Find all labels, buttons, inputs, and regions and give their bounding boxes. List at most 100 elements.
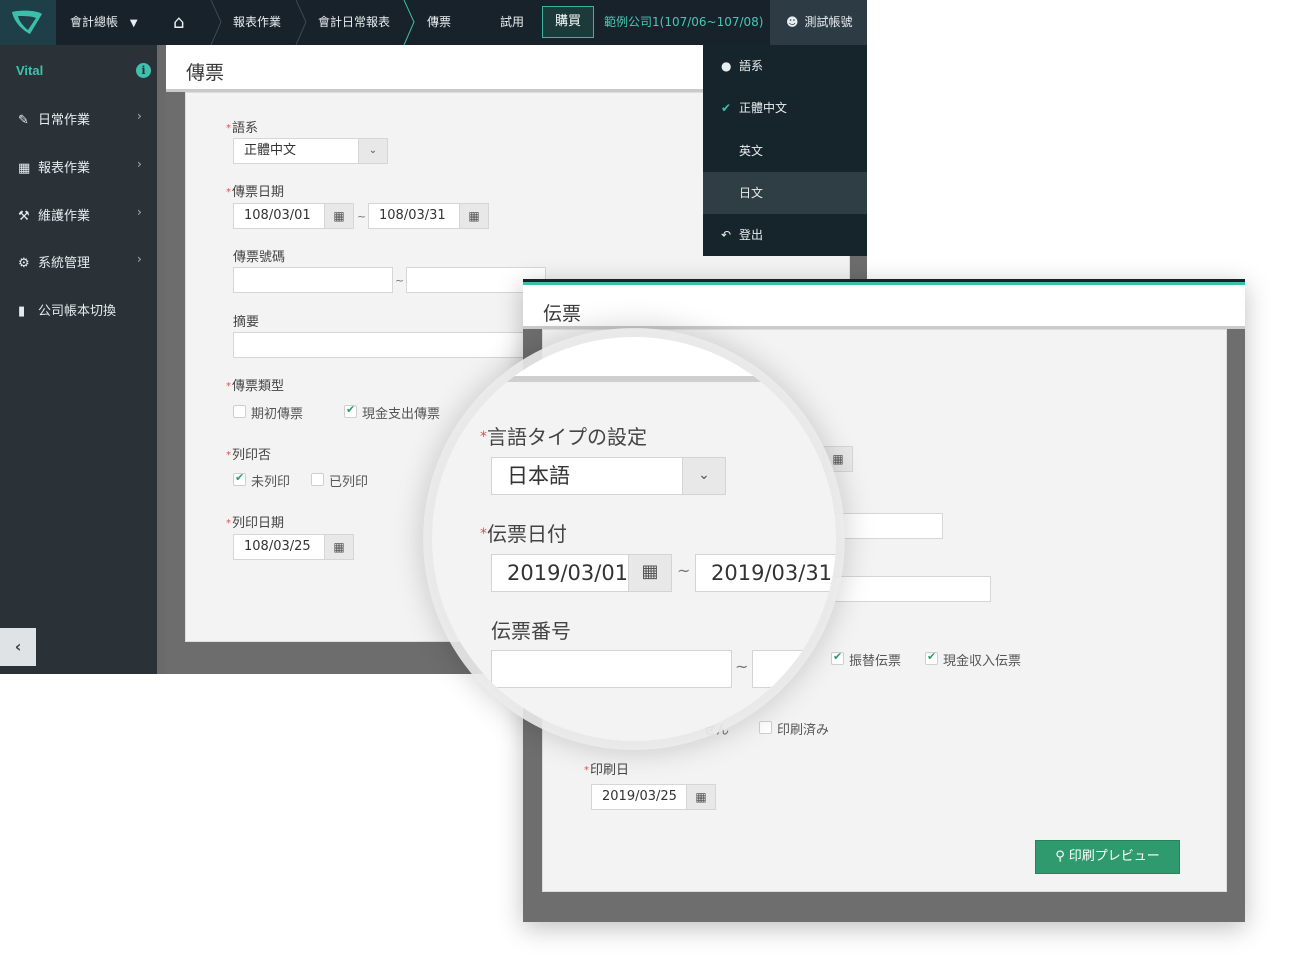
sidebar-brand: Vital <box>16 63 44 78</box>
print-preview-button[interactable]: ⚲ 印刷プレビュー <box>1035 840 1180 874</box>
breadcrumb-reports[interactable]: 報表作業 <box>233 0 281 45</box>
app-logo[interactable] <box>0 0 56 45</box>
language-select[interactable]: 日本語 <box>491 457 683 495</box>
print-date-label: *列印日期 <box>226 516 285 531</box>
print-status-label: *列印否 <box>226 448 272 463</box>
checkbox-label: 未列印 <box>251 475 291 490</box>
search-icon: ⚲ <box>1055 849 1065 864</box>
language-option-traditional-chinese[interactable]: ✔ 正體中文 <box>703 87 867 129</box>
sidebar-collapse-button[interactable]: ‹ <box>0 628 36 666</box>
globe-icon: ● <box>721 59 732 73</box>
checkbox-printed[interactable] <box>311 473 324 486</box>
sidebar-item-label: 報表作業 <box>38 161 91 176</box>
ledger-menu-label: 會計總帳 <box>70 15 119 29</box>
gear-icon: ⚙ <box>18 256 30 271</box>
checkbox-cash-receipt-voucher[interactable] <box>925 650 938 665</box>
date-from-input[interactable]: 108/03/01 <box>233 203 325 229</box>
date-from-input[interactable]: 2019/03/01 <box>491 554 629 592</box>
voucher-number-label: 傳票號碼 <box>233 250 286 265</box>
edit-icon: ✎ <box>18 113 29 128</box>
calendar-icon[interactable]: ▦ <box>459 203 489 229</box>
sidebar-item-label: 系統管理 <box>38 256 91 271</box>
calendar-icon[interactable]: ▦ <box>686 784 716 810</box>
language-menu-header: ● 語系 <box>703 45 867 87</box>
breadcrumb-daily-reports[interactable]: 會計日常報表 <box>318 0 390 45</box>
date-label: *傳票日期 <box>226 185 285 200</box>
breadcrumb-voucher[interactable]: 傳票 <box>427 0 451 45</box>
voucher-type-label: *傳票類型 <box>226 379 285 394</box>
checkbox-cash-payment[interactable] <box>344 403 357 418</box>
language-option-japanese[interactable]: 日文 <box>703 172 867 214</box>
range-separator: ~ <box>677 561 691 580</box>
book-icon: ▮ <box>18 304 26 319</box>
chevron-right-icon: › <box>137 252 142 266</box>
checkbox-label: 期初傳票 <box>251 407 304 422</box>
date-to-input[interactable]: 108/03/31 <box>368 203 460 229</box>
calendar-icon[interactable]: ▦ <box>823 446 853 472</box>
breadcrumb-separator <box>210 0 222 45</box>
top-navbar: 會計總帳 ▼ ⌂ 報表作業 會計日常報表 傳票 試用 購買 範例公司1(107/… <box>0 0 867 45</box>
language-label: *語系 <box>226 121 259 136</box>
sidebar-item-maintenance[interactable]: ⚒ 維護作業 <box>18 205 90 224</box>
magnified-header <box>432 337 836 382</box>
breadcrumb-separator <box>403 0 415 45</box>
checkbox-label: 現金収入伝票 <box>943 654 1022 669</box>
required-marker: * <box>480 429 487 445</box>
logout-icon: ↶ <box>721 228 732 242</box>
company-switcher[interactable]: 範例公司1(107/06~107/08) <box>604 0 764 45</box>
print-date-input[interactable]: 2019/03/25 <box>591 784 687 810</box>
ledger-menu[interactable]: 會計總帳 ▼ <box>70 0 138 45</box>
checkbox-label: 振替伝票 <box>849 654 902 669</box>
chevron-left-icon: ‹ <box>14 637 22 656</box>
chevron-down-icon[interactable]: ⌄ <box>682 457 726 495</box>
wrench-icon: ⚒ <box>18 209 30 224</box>
home-icon[interactable]: ⌂ <box>173 0 184 45</box>
required-marker: * <box>226 187 231 198</box>
checkbox-opening-voucher[interactable] <box>233 405 246 418</box>
sidebar-item-daily[interactable]: ✎ 日常作業 <box>18 109 90 128</box>
checkbox-label: 印刷済み <box>777 723 830 738</box>
language-dropdown-menu: ● 語系 ✔ 正體中文 英文 日文 ↶ 登出 <box>703 45 867 256</box>
user-menu[interactable]: ☻ 測試帳號 <box>770 0 867 45</box>
sidebar-item-system[interactable]: ⚙ 系統管理 <box>18 252 90 271</box>
checkbox-label: 已列印 <box>329 475 369 490</box>
chevron-down-icon: ▼ <box>129 18 138 29</box>
range-separator: ~ <box>395 274 405 287</box>
print-date-input[interactable]: 108/03/25 <box>233 534 325 560</box>
user-icon: ☻ <box>786 15 799 29</box>
language-type-label: *言語タイプの設定 <box>480 425 647 449</box>
voucher-number-from-input[interactable] <box>491 650 732 688</box>
required-marker: * <box>226 381 231 392</box>
voucher-number-to-input[interactable] <box>752 650 836 688</box>
required-marker: * <box>584 765 589 776</box>
date-to-input[interactable]: 2019/03/31 <box>695 554 836 592</box>
user-name: 測試帳號 <box>804 15 853 29</box>
chevron-right-icon: › <box>137 157 142 171</box>
required-marker: * <box>226 450 231 461</box>
magnifier-callout: *言語タイプの設定 日本語 ⌄ *伝票日付 2019/03/01 ▦ ~ 201… <box>432 337 836 741</box>
chevron-down-icon[interactable]: ⌄ <box>358 138 388 164</box>
language-select[interactable]: 正體中文 <box>233 138 359 164</box>
page-header: 伝票 <box>523 282 1245 329</box>
checkbox-printed[interactable] <box>759 721 772 734</box>
logout-item[interactable]: ↶ 登出 <box>703 214 867 256</box>
summary-label: 摘要 <box>233 315 260 330</box>
sidebar-item-reports[interactable]: ▦ 報表作業 <box>18 157 90 176</box>
chevron-right-icon: › <box>137 109 142 123</box>
checkbox-unprinted[interactable] <box>233 471 246 486</box>
language-option-english[interactable]: 英文 <box>703 130 867 172</box>
info-icon[interactable]: i <box>136 63 151 78</box>
buy-button[interactable]: 購買 <box>542 6 594 38</box>
sidebar-item-switch-company[interactable]: ▮ 公司帳本切換 <box>18 300 116 319</box>
calendar-icon[interactable]: ▦ <box>324 534 354 560</box>
required-marker: * <box>226 518 231 529</box>
breadcrumb-separator <box>295 0 307 45</box>
trial-label: 試用 <box>500 15 525 29</box>
summary-input[interactable] <box>813 576 991 602</box>
required-marker: * <box>226 123 231 134</box>
page-title: 傳票 <box>186 62 225 84</box>
voucher-number-from-input[interactable] <box>233 267 393 293</box>
calendar-icon[interactable]: ▦ <box>628 554 672 592</box>
calendar-icon[interactable]: ▦ <box>324 203 354 229</box>
